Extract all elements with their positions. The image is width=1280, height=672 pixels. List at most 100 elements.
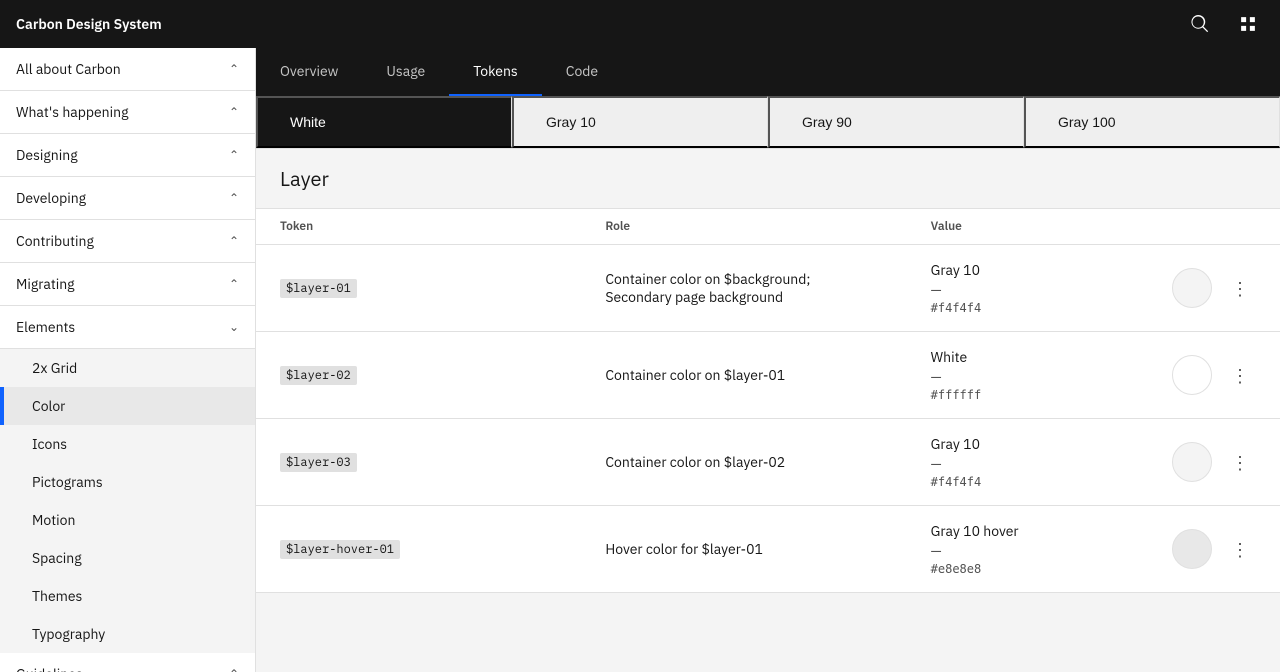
token-badge: $layer-02 bbox=[280, 366, 357, 385]
col-header-role: Role bbox=[605, 219, 930, 234]
chevron-down-icon: ⌃ bbox=[229, 148, 239, 163]
search-icon[interactable] bbox=[1184, 8, 1216, 40]
tab-tokens[interactable]: Tokens bbox=[449, 48, 542, 96]
tab-bar: Overview Usage Tokens Code bbox=[256, 48, 1280, 96]
role-text: Container color on $background;Secondary… bbox=[605, 270, 810, 306]
sidebar-item-developing[interactable]: Developing ⌃ bbox=[0, 177, 255, 220]
table-row: $layer-03 Container color on $layer-02 G… bbox=[256, 419, 1280, 506]
sidebar-item-label: Developing bbox=[16, 189, 86, 207]
value-name: Gray 10 bbox=[931, 261, 982, 279]
value-hex: #f4f4f4 bbox=[931, 475, 982, 489]
token-cell: $layer-03 bbox=[280, 452, 605, 472]
content-area: Overview Usage Tokens Code White Gray 10… bbox=[256, 48, 1280, 672]
token-cell: $layer-hover-01 bbox=[280, 539, 605, 559]
main-layout: All about Carbon ⌃ What's happening ⌃ De… bbox=[0, 48, 1280, 672]
sidebar-sub-label: Motion bbox=[32, 511, 75, 529]
sidebar-item-label: Guidelines bbox=[16, 665, 83, 672]
value-dash: — bbox=[931, 455, 982, 473]
sidebar-item-icons[interactable]: Icons bbox=[0, 425, 255, 463]
sidebar-item-whats-happening[interactable]: What's happening ⌃ bbox=[0, 91, 255, 134]
tab-usage[interactable]: Usage bbox=[362, 48, 449, 96]
section-label: Layer bbox=[256, 149, 1280, 208]
sidebar-item-designing[interactable]: Designing ⌃ bbox=[0, 134, 255, 177]
overflow-menu-button[interactable]: ⋮ bbox=[1224, 446, 1256, 478]
color-swatch bbox=[1172, 529, 1212, 569]
tab-overview[interactable]: Overview bbox=[256, 48, 362, 96]
tab-code[interactable]: Code bbox=[542, 48, 622, 96]
grid-icon[interactable] bbox=[1232, 8, 1264, 40]
role-cell: Container color on $background;Secondary… bbox=[605, 270, 930, 306]
table-row: $layer-hover-01 Hover color for $layer-0… bbox=[256, 506, 1280, 593]
value-dash: — bbox=[931, 281, 982, 299]
overflow-menu-button[interactable]: ⋮ bbox=[1224, 272, 1256, 304]
overflow-menu-button[interactable]: ⋮ bbox=[1224, 533, 1256, 565]
sidebar-item-label: What's happening bbox=[16, 103, 128, 121]
sidebar-sub-label: Color bbox=[32, 397, 65, 415]
role-text: Container color on $layer-02 bbox=[605, 453, 785, 471]
sidebar-sub-label: 2x Grid bbox=[32, 359, 77, 377]
value-hex: #e8e8e8 bbox=[931, 562, 1019, 576]
role-cell: Hover color for $layer-01 bbox=[605, 540, 930, 558]
sidebar-sub-label: Typography bbox=[32, 625, 105, 643]
value-cell: White — #ffffff ⋮ bbox=[931, 348, 1256, 402]
chevron-down-icon: ⌃ bbox=[229, 191, 239, 206]
theme-btn-white[interactable]: White bbox=[256, 96, 512, 148]
sidebar-item-spacing[interactable]: Spacing bbox=[0, 539, 255, 577]
sidebar-item-pictograms[interactable]: Pictograms bbox=[0, 463, 255, 501]
table-header: Token Role Value bbox=[256, 208, 1280, 245]
chevron-down-icon: ⌃ bbox=[229, 62, 239, 77]
value-info: Gray 10 hover — #e8e8e8 bbox=[931, 522, 1019, 576]
sidebar-item-typography[interactable]: Typography bbox=[0, 615, 255, 653]
token-badge: $layer-01 bbox=[280, 279, 357, 298]
theme-btn-gray-100[interactable]: Gray 100 bbox=[1024, 96, 1280, 148]
app-title: Carbon Design System bbox=[16, 15, 162, 33]
value-info: White — #ffffff bbox=[931, 348, 982, 402]
value-cell: Gray 10 hover — #e8e8e8 ⋮ bbox=[931, 522, 1256, 576]
sidebar-item-migrating[interactable]: Migrating ⌃ bbox=[0, 263, 255, 306]
role-cell: Container color on $layer-02 bbox=[605, 453, 930, 471]
sidebar: All about Carbon ⌃ What's happening ⌃ De… bbox=[0, 48, 256, 672]
value-name: Gray 10 hover bbox=[931, 522, 1019, 540]
color-swatch bbox=[1172, 442, 1212, 482]
value-cell: Gray 10 — #f4f4f4 ⋮ bbox=[931, 261, 1256, 315]
sidebar-item-label: Migrating bbox=[16, 275, 75, 293]
value-name: Gray 10 bbox=[931, 435, 982, 453]
token-badge: $layer-03 bbox=[280, 453, 357, 472]
color-swatch bbox=[1172, 355, 1212, 395]
sidebar-sub-label: Themes bbox=[32, 587, 82, 605]
overflow-menu-button[interactable]: ⋮ bbox=[1224, 359, 1256, 391]
value-info: Gray 10 — #f4f4f4 bbox=[931, 435, 982, 489]
chevron-down-icon: ⌃ bbox=[229, 667, 239, 672]
sidebar-elements-subitems: 2x Grid Color Icons Pictograms Motion Sp… bbox=[0, 349, 255, 653]
sidebar-item-motion[interactable]: Motion bbox=[0, 501, 255, 539]
table-row: $layer-01 Container color on $background… bbox=[256, 245, 1280, 332]
role-text: Hover color for $layer-01 bbox=[605, 540, 763, 558]
sidebar-item-2x-grid[interactable]: 2x Grid bbox=[0, 349, 255, 387]
token-cell: $layer-02 bbox=[280, 365, 605, 385]
chevron-down-icon: ⌃ bbox=[229, 105, 239, 120]
sidebar-item-themes[interactable]: Themes bbox=[0, 577, 255, 615]
role-cell: Container color on $layer-01 bbox=[605, 366, 930, 384]
chevron-down-icon: ⌃ bbox=[229, 277, 239, 292]
sidebar-sub-label: Icons bbox=[32, 435, 67, 453]
sidebar-sub-label: Spacing bbox=[32, 549, 82, 567]
token-cell: $layer-01 bbox=[280, 278, 605, 298]
table-row: $layer-02 Container color on $layer-01 W… bbox=[256, 332, 1280, 419]
top-navigation: Carbon Design System bbox=[0, 0, 1280, 48]
top-nav-icons bbox=[1184, 8, 1264, 40]
role-text: Container color on $layer-01 bbox=[605, 366, 785, 384]
col-header-value: Value bbox=[931, 219, 1256, 234]
value-dash: — bbox=[931, 368, 982, 386]
value-hex: #f4f4f4 bbox=[931, 301, 982, 315]
sidebar-item-color[interactable]: Color bbox=[0, 387, 255, 425]
theme-btn-gray-90[interactable]: Gray 90 bbox=[768, 96, 1024, 148]
token-table-wrapper: Layer Token Role Value $layer-01 Contain… bbox=[256, 149, 1280, 672]
value-info: Gray 10 — #f4f4f4 bbox=[931, 261, 982, 315]
sidebar-item-contributing[interactable]: Contributing ⌃ bbox=[0, 220, 255, 263]
sidebar-item-guidelines[interactable]: Guidelines ⌃ bbox=[0, 653, 255, 672]
sidebar-item-all-about-carbon[interactable]: All about Carbon ⌃ bbox=[0, 48, 255, 91]
theme-btn-gray-10[interactable]: Gray 10 bbox=[512, 96, 768, 148]
sidebar-section-elements[interactable]: Elements ⌄ bbox=[0, 306, 255, 349]
theme-selector: White Gray 10 Gray 90 Gray 100 bbox=[256, 96, 1280, 149]
value-dash: — bbox=[931, 542, 1019, 560]
